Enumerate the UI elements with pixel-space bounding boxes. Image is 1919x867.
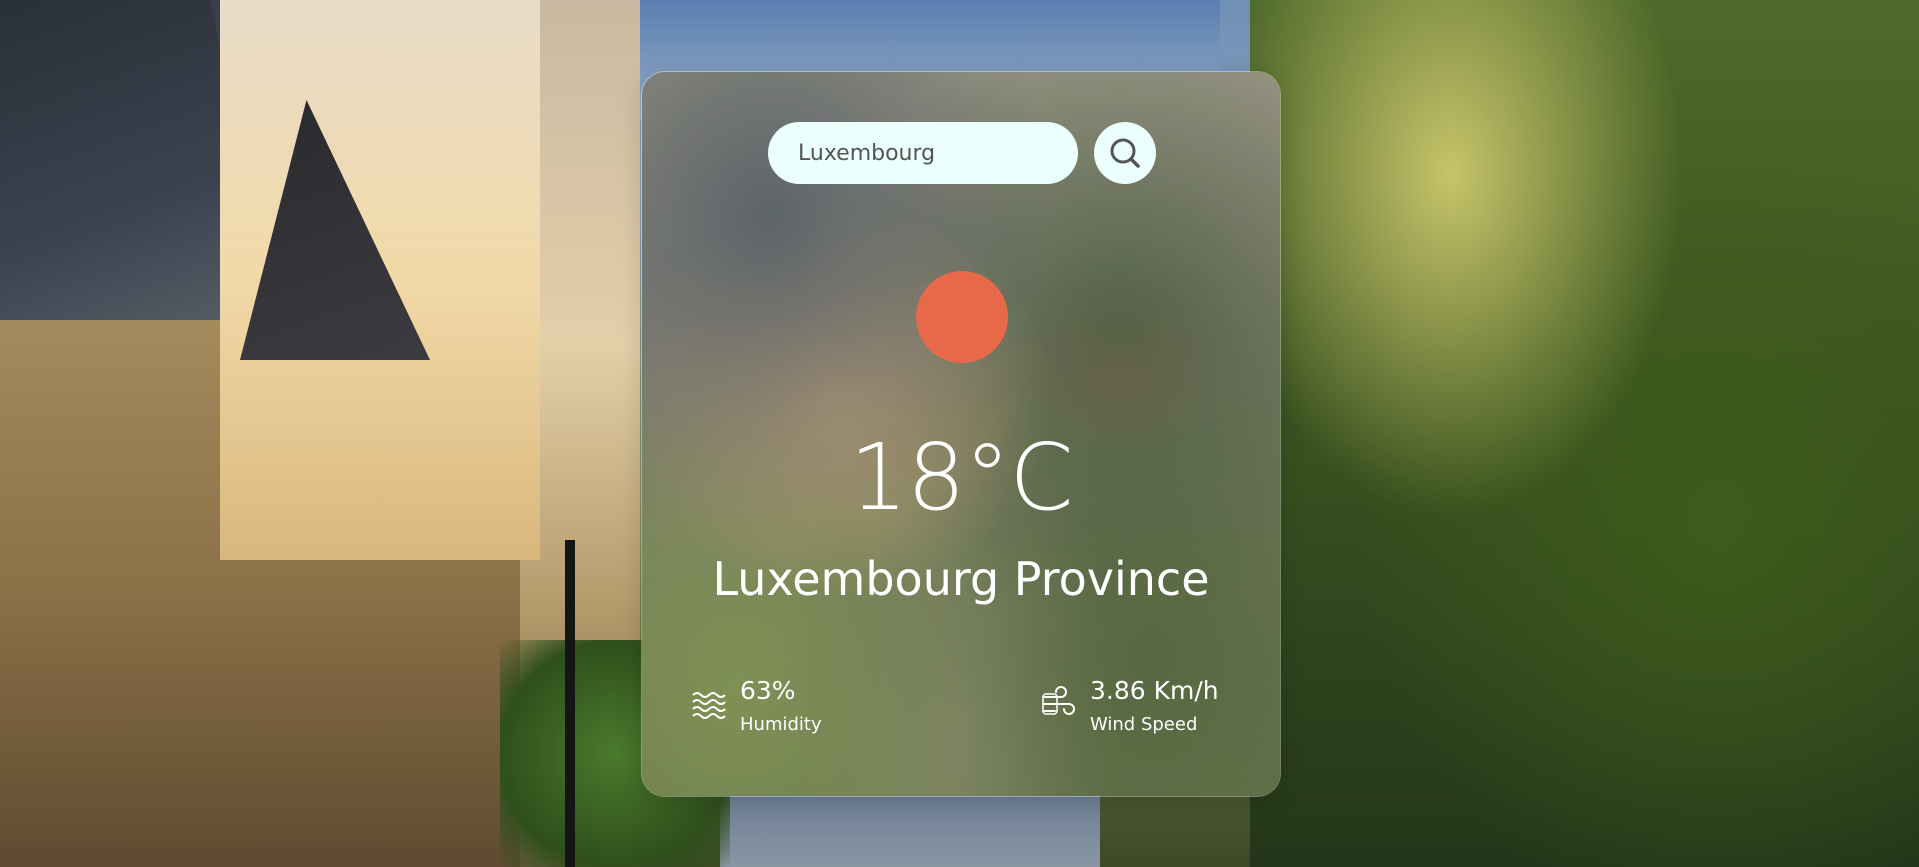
search-bar	[768, 122, 1156, 184]
background-river	[720, 790, 1100, 867]
humidity-detail: 63% Humidity	[690, 676, 822, 736]
background-street-lamp	[565, 540, 575, 867]
wind-label: Wind Speed	[1090, 714, 1198, 735]
humidity-label: Humidity	[740, 714, 822, 735]
humidity-value: 63%	[740, 676, 796, 705]
search-icon	[1110, 138, 1140, 168]
temperature: 18°C	[849, 424, 1073, 531]
wind-icon	[1042, 686, 1075, 715]
sun-icon	[916, 271, 1008, 363]
weather-card: 18°C Luxembourg Province 63% Humidity 3.…	[641, 71, 1281, 797]
wind-value: 3.86 Km/h	[1090, 676, 1219, 705]
search-button[interactable]	[1094, 122, 1156, 184]
humidity-icon	[692, 692, 726, 719]
wind-detail: 3.86 Km/h Wind Speed	[1040, 676, 1219, 736]
city-name: Luxembourg Province	[712, 552, 1210, 606]
search-input[interactable]	[768, 122, 1078, 184]
background-trees	[1250, 0, 1919, 867]
